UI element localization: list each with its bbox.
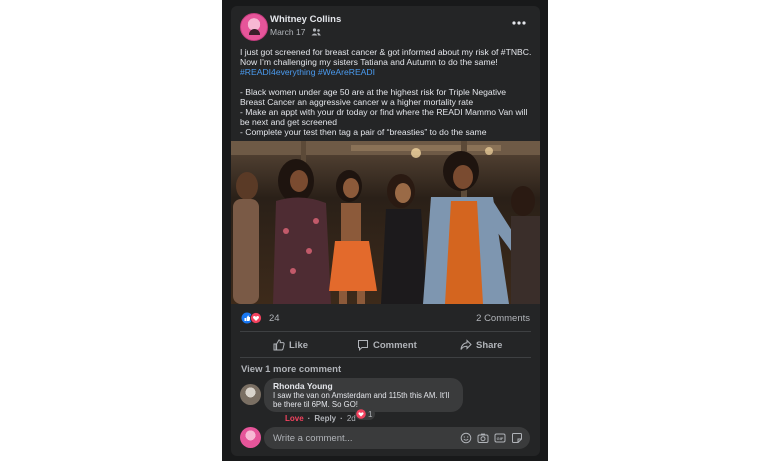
post-text: I just got screened for breast cancer & … — [240, 47, 533, 137]
post-bullet: - Black women under age 50 are at the hi… — [240, 87, 507, 107]
sticker-icon[interactable] — [511, 432, 523, 444]
comments-count[interactable]: 2 Comments — [476, 313, 530, 324]
post-bullet: - Make an appt with your dr today or fin… — [240, 107, 528, 127]
comment-actions: Love · Reply · 2d — [285, 414, 356, 423]
comment-reaction-count: 1 — [368, 409, 373, 419]
party-photo-illustration — [231, 141, 540, 304]
comment-bubble: Rhonda Young I saw the van on Amsterdam … — [264, 378, 463, 412]
friends-icon — [311, 28, 321, 36]
post-intro: I just got screened for breast cancer & … — [240, 47, 532, 67]
comment-time[interactable]: 2d — [347, 414, 356, 423]
comment-icon — [358, 340, 368, 351]
like-icon — [273, 339, 285, 351]
reactions-icons[interactable] — [241, 312, 271, 324]
comment-input[interactable] — [273, 431, 453, 445]
love-button[interactable]: Love — [285, 414, 304, 423]
author-avatar[interactable] — [240, 13, 268, 41]
like-label: Like — [289, 339, 309, 351]
divider — [240, 357, 531, 358]
reply-button[interactable]: Reply — [314, 414, 336, 423]
comment-text: I saw the van on Amsterdam and 115th thi… — [273, 391, 450, 409]
more-options-icon[interactable] — [510, 18, 528, 28]
comment-reaction-badge[interactable]: 1 — [355, 408, 376, 420]
current-user-avatar — [240, 427, 261, 448]
svg-text:GIF: GIF — [497, 436, 504, 441]
share-icon — [460, 339, 472, 350]
post-date[interactable]: March 17 — [270, 27, 305, 37]
comment-button[interactable]: Comment — [357, 337, 417, 353]
divider — [240, 331, 531, 332]
author-name[interactable]: Whitney Collins — [270, 14, 341, 25]
separator: · — [307, 414, 311, 423]
post-photo[interactable] — [231, 141, 540, 304]
like-button[interactable]: Like — [273, 337, 308, 353]
view-more-comments[interactable]: View 1 more comment — [241, 364, 341, 375]
post-bullet: - Complete your test then tag a pair of … — [240, 127, 487, 137]
separator: · — [340, 414, 343, 423]
post-paragraph: I just got screened for breast cancer & … — [240, 47, 533, 77]
love-reaction-icon — [356, 409, 366, 419]
share-button[interactable]: Share — [460, 337, 502, 353]
commenter-name[interactable]: Rhonda Young — [273, 381, 333, 391]
emoji-icon[interactable] — [460, 432, 472, 444]
share-label: Share — [476, 339, 503, 351]
comment-composer[interactable]: GIF — [264, 427, 530, 449]
hashtag-links[interactable]: #READI4everything #WeAreREADI — [240, 67, 375, 77]
reaction-count[interactable]: 24 — [269, 313, 280, 324]
commenter-avatar[interactable] — [240, 384, 261, 405]
post-card: Whitney Collins March 17 I just got scre… — [231, 6, 540, 456]
gif-icon[interactable]: GIF — [494, 432, 506, 444]
camera-icon[interactable] — [477, 432, 489, 444]
comment-label: Comment — [373, 339, 417, 351]
